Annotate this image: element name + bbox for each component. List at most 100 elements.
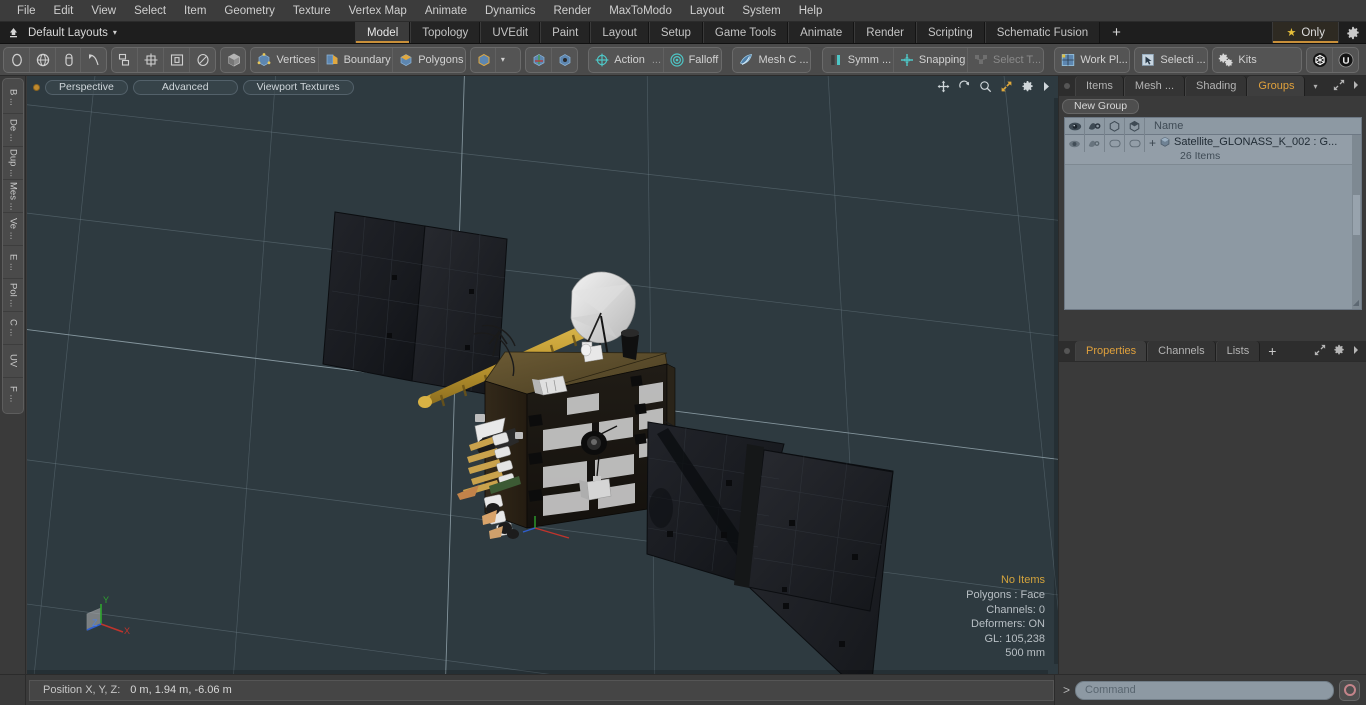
add-panel-tab-button[interactable]: + bbox=[1260, 341, 1284, 361]
viewport-textures-button[interactable]: Viewport Textures bbox=[242, 79, 354, 95]
tab-game-tools[interactable]: Game Tools bbox=[702, 22, 789, 43]
command-input[interactable] bbox=[1075, 680, 1334, 700]
falloff-button[interactable]: Falloff bbox=[664, 48, 721, 72]
tab-channels[interactable]: Channels bbox=[1147, 341, 1216, 361]
menu-item-dynamics[interactable]: Dynamics bbox=[476, 0, 544, 22]
symmetry-button[interactable]: Symm ... bbox=[823, 47, 894, 72]
globe-icon[interactable] bbox=[30, 47, 56, 72]
tab-schematic-fusion[interactable]: Schematic Fusion bbox=[984, 22, 1101, 43]
shape-filled-icon[interactable] bbox=[1125, 118, 1145, 135]
tab-scripting[interactable]: Scripting bbox=[915, 22, 985, 43]
curve-icon[interactable] bbox=[81, 48, 106, 72]
snapping-button[interactable]: Snapping bbox=[894, 47, 968, 72]
tab-animate[interactable]: Animate bbox=[788, 22, 855, 43]
menu-item-layout[interactable]: Layout bbox=[681, 0, 734, 22]
tab-shading[interactable]: Shading bbox=[1185, 76, 1248, 96]
add-tab-button[interactable]: + bbox=[1100, 22, 1133, 43]
render-icon[interactable] bbox=[1085, 118, 1105, 135]
tab-render[interactable]: Render bbox=[854, 22, 916, 43]
chevron-down-icon[interactable]: ▾ bbox=[1305, 76, 1325, 96]
menu-item-help[interactable]: Help bbox=[790, 0, 832, 22]
row-expander[interactable]: + bbox=[1145, 135, 1159, 150]
tab-items[interactable]: Items bbox=[1075, 76, 1124, 96]
cube-orange-icon[interactable] bbox=[471, 47, 496, 72]
menu-item-animate[interactable]: Animate bbox=[416, 0, 476, 22]
position-readout[interactable]: Position X, Y, Z: 0 m, 1.94 m, -6.06 m bbox=[29, 679, 1054, 701]
unreal-icon[interactable] bbox=[1333, 48, 1358, 72]
viewport-gear-icon[interactable] bbox=[1021, 80, 1034, 96]
viewport-more-icon[interactable] bbox=[1042, 81, 1051, 95]
left-tab-edge[interactable]: E ... bbox=[3, 246, 23, 279]
left-tab-mesh-edit[interactable]: Mes ... bbox=[3, 180, 23, 213]
action-center-button[interactable]: Action ... bbox=[589, 47, 664, 72]
row-lock-toggle[interactable] bbox=[1105, 135, 1125, 152]
center-axis-icon[interactable] bbox=[552, 48, 577, 72]
menu-item-texture[interactable]: Texture bbox=[284, 0, 340, 22]
selection-mode-vertices[interactable]: Vertices bbox=[251, 47, 319, 72]
tab-groups[interactable]: Groups bbox=[1247, 76, 1306, 96]
menu-item-edit[interactable]: Edit bbox=[45, 0, 83, 22]
left-tab-basic[interactable]: B ... bbox=[3, 81, 23, 114]
record-circle-icon[interactable] bbox=[1339, 679, 1360, 701]
panel-drag-dot[interactable] bbox=[1059, 76, 1075, 96]
viewport-shading-button[interactable]: Advanced bbox=[132, 79, 238, 95]
left-tab-uv[interactable]: UV bbox=[3, 345, 23, 378]
menu-item-view[interactable]: View bbox=[82, 0, 125, 22]
eye-icon[interactable] bbox=[1065, 118, 1085, 135]
fit-icon[interactable] bbox=[1000, 80, 1013, 96]
menu-item-render[interactable]: Render bbox=[544, 0, 600, 22]
tab-topology[interactable]: Topology bbox=[410, 22, 481, 43]
cube-icon[interactable] bbox=[221, 48, 246, 72]
tab-mesh[interactable]: Mesh ... bbox=[1123, 76, 1186, 96]
work-plane-button[interactable]: Work Pl... bbox=[1055, 48, 1129, 72]
viewport-scene[interactable] bbox=[27, 76, 1058, 674]
left-tab-vertex[interactable]: Ve ... bbox=[3, 213, 23, 246]
left-tab-fusion[interactable]: F ... bbox=[3, 378, 23, 411]
up-arrow-icon[interactable] bbox=[0, 22, 26, 43]
selection-sets-button[interactable]: Selecti ... bbox=[1135, 48, 1207, 72]
selection-mode-polygons[interactable]: Polygons bbox=[393, 48, 465, 72]
ellipse-icon[interactable] bbox=[4, 47, 30, 72]
row-select-toggle[interactable] bbox=[1125, 135, 1145, 152]
panel-drag-dot-2[interactable] bbox=[1059, 341, 1075, 361]
tab-lists[interactable]: Lists bbox=[1215, 341, 1261, 361]
viewport-active-dot[interactable] bbox=[33, 83, 40, 91]
menu-item-system[interactable]: System bbox=[733, 0, 789, 22]
frame-icon[interactable] bbox=[164, 47, 190, 72]
pan-icon[interactable] bbox=[937, 80, 950, 96]
shape-outline-icon[interactable] bbox=[1105, 118, 1125, 135]
panel-more-icon[interactable] bbox=[1352, 80, 1360, 93]
panel-more-icon[interactable] bbox=[1352, 345, 1360, 358]
menu-item-maxtomodo[interactable]: MaxToModo bbox=[600, 0, 681, 22]
gear-icon[interactable] bbox=[1338, 22, 1366, 43]
mesh-constraint-button[interactable]: Mesh C ... bbox=[733, 48, 810, 72]
kits-button[interactable]: Kits bbox=[1213, 48, 1301, 72]
tab-model[interactable]: Model bbox=[354, 22, 411, 43]
rotate-icon[interactable] bbox=[958, 80, 971, 96]
menu-item-item[interactable]: Item bbox=[175, 0, 215, 22]
menu-item-vertex-map[interactable]: Vertex Map bbox=[340, 0, 416, 22]
layout-preset-selector[interactable]: Default Layouts ▾ bbox=[26, 22, 123, 43]
crosshair-box-icon[interactable] bbox=[138, 47, 164, 72]
tab-properties[interactable]: Properties bbox=[1075, 341, 1148, 361]
tab-setup[interactable]: Setup bbox=[648, 22, 703, 43]
group-list-scrollbar[interactable] bbox=[1352, 135, 1361, 309]
tab-paint[interactable]: Paint bbox=[540, 22, 591, 43]
capsule-icon[interactable] bbox=[56, 47, 82, 72]
panel-expand-icon[interactable] bbox=[1333, 79, 1345, 94]
row-render-toggle[interactable] bbox=[1085, 135, 1105, 152]
new-group-button[interactable]: New Group bbox=[1062, 98, 1140, 114]
left-tab-curve[interactable]: C ... bbox=[3, 312, 23, 345]
only-toggle-button[interactable]: ★ Only bbox=[1272, 22, 1338, 43]
table-row[interactable]: + Satellite_GLONASS_K_002 : G... 26 Item… bbox=[1065, 135, 1361, 165]
zoom-icon[interactable] bbox=[979, 80, 992, 96]
group-list[interactable]: Name + Satellite_GLONASS_K_002: G... 26… bbox=[1064, 117, 1362, 310]
left-tab-duplicate[interactable]: Dup ... bbox=[3, 147, 23, 180]
panel-expand-icon[interactable] bbox=[1314, 344, 1326, 359]
item-mode-caret-icon[interactable]: ▾ bbox=[496, 48, 520, 72]
selection-mode-boundary[interactable]: Boundary bbox=[319, 47, 394, 72]
row-visibility-toggle[interactable] bbox=[1065, 135, 1085, 152]
viewport-3d[interactable]: Perspective Advanced Viewport Textures Y… bbox=[27, 76, 1058, 674]
oval-icon[interactable] bbox=[190, 48, 215, 72]
stack-icon[interactable] bbox=[112, 47, 139, 72]
